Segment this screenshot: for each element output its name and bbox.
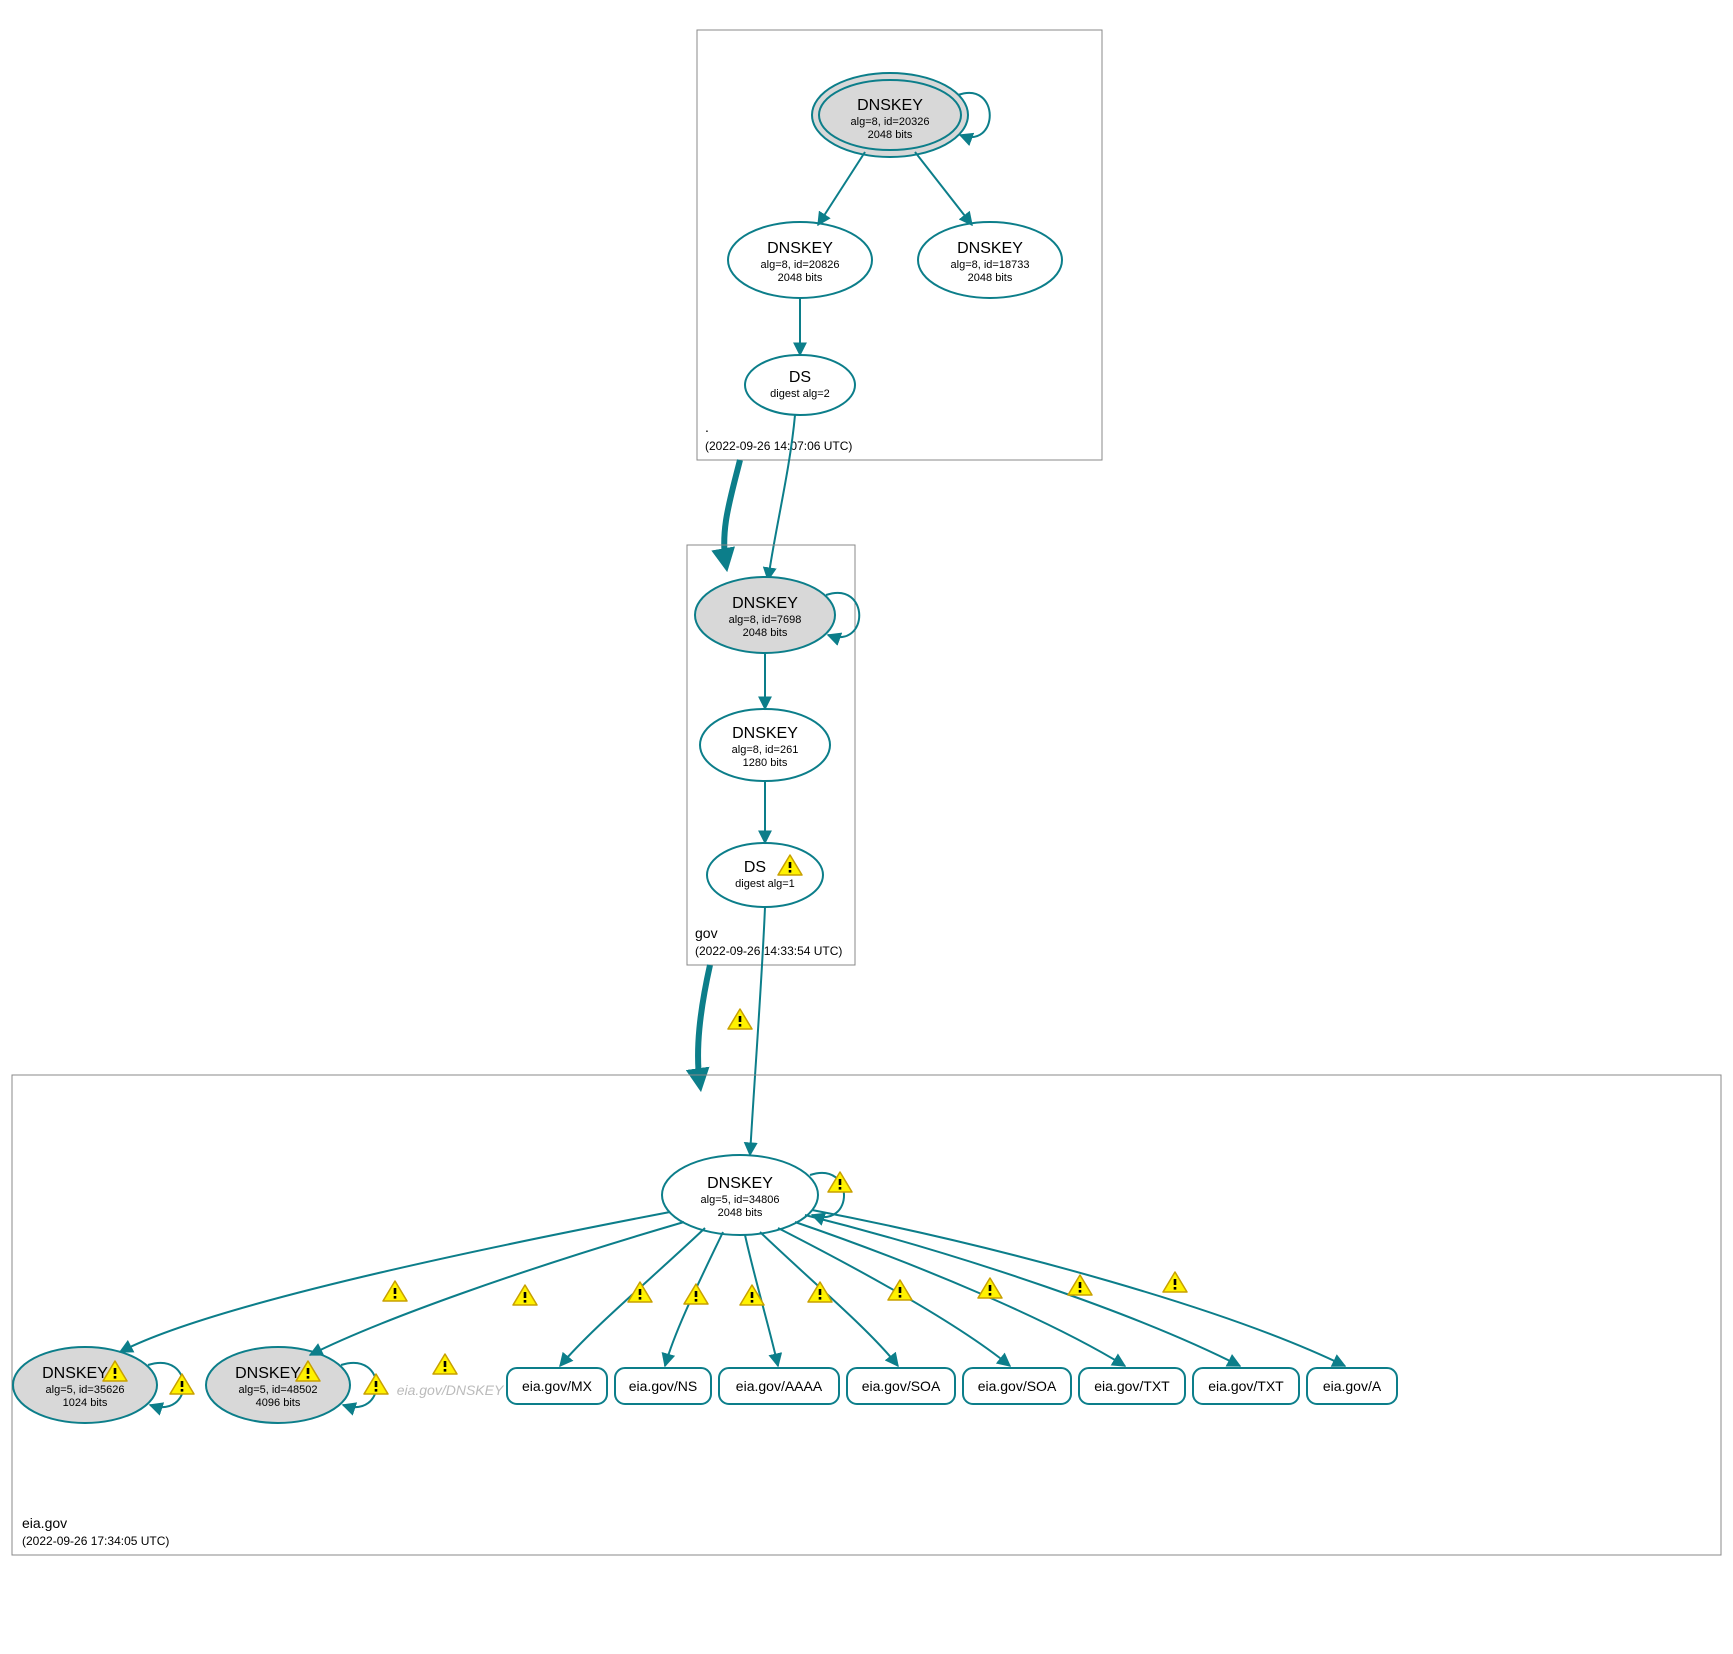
zone-gov-time: (2022-09-26 14:33:54 UTC) [695, 944, 842, 958]
svg-text:DNSKEY: DNSKEY [957, 240, 1023, 257]
svg-text:alg=5, id=35626: alg=5, id=35626 [46, 1384, 125, 1396]
warning-icon [628, 1282, 652, 1302]
svg-text:alg=8, id=18733: alg=8, id=18733 [951, 259, 1030, 271]
warning-icon [170, 1374, 194, 1394]
svg-text:eia.gov/AAAA: eia.gov/AAAA [736, 1378, 823, 1394]
svg-text:alg=5, id=34806: alg=5, id=34806 [701, 1194, 780, 1206]
svg-text:DS: DS [789, 369, 811, 386]
zone-gov: gov (2022-09-26 14:33:54 UTC) DNSKEY alg… [687, 545, 859, 965]
svg-text:eia.gov/SOA: eia.gov/SOA [862, 1378, 941, 1394]
node-root-ds: DS digest alg=2 [745, 355, 855, 415]
node-eiagov-zsk: DNSKEY alg=5, id=34806 2048 bits [662, 1155, 818, 1235]
svg-text:eia.gov/A: eia.gov/A [1323, 1378, 1382, 1394]
node-eiagov-ksk1: DNSKEY alg=5, id=35626 1024 bits [13, 1347, 157, 1423]
rrset-aaaa: eia.gov/AAAA [719, 1368, 839, 1404]
svg-text:DNSKEY: DNSKEY [767, 240, 833, 257]
svg-text:eia.gov/SOA: eia.gov/SOA [978, 1378, 1057, 1394]
svg-text:eia.gov/NS: eia.gov/NS [629, 1378, 697, 1394]
warning-icon [808, 1282, 832, 1302]
svg-text:alg=5, id=48502: alg=5, id=48502 [239, 1384, 318, 1396]
svg-text:alg=8, id=20326: alg=8, id=20326 [851, 116, 930, 128]
warning-icon [433, 1354, 457, 1374]
svg-text:alg=8, id=7698: alg=8, id=7698 [729, 614, 802, 626]
node-root-zsk1: DNSKEY alg=8, id=20826 2048 bits [728, 222, 872, 298]
warning-icon [364, 1374, 388, 1394]
svg-text:digest alg=2: digest alg=2 [770, 388, 830, 400]
warning-icon [728, 1009, 752, 1029]
svg-text:digest alg=1: digest alg=1 [735, 878, 795, 890]
rrset-soa1: eia.gov/SOA [847, 1368, 955, 1404]
node-eiagov-ksk2: DNSKEY alg=5, id=48502 4096 bits [206, 1347, 350, 1423]
svg-text:DS: DS [744, 859, 766, 876]
node-eiagov-ghost: eia.gov/DNSKEY [397, 1382, 505, 1398]
svg-text:2048 bits: 2048 bits [778, 272, 823, 284]
rrset-a: eia.gov/A [1307, 1368, 1397, 1404]
node-root-zsk2: DNSKEY alg=8, id=18733 2048 bits [918, 222, 1062, 298]
rrset-txt1: eia.gov/TXT [1079, 1368, 1185, 1404]
svg-text:alg=8, id=20826: alg=8, id=20826 [761, 259, 840, 271]
dnssec-diagram: . (2022-09-26 14:07:06 UTC) DNSKEY alg=8… [0, 0, 1733, 1654]
warning-icon [1068, 1275, 1092, 1295]
zone-gov-name: gov [695, 925, 718, 941]
rrset-soa2: eia.gov/SOA [963, 1368, 1071, 1404]
warning-icon [513, 1285, 537, 1305]
zone-eiagov-name: eia.gov [22, 1515, 67, 1531]
svg-text:2048 bits: 2048 bits [718, 1207, 763, 1219]
svg-text:1280 bits: 1280 bits [743, 757, 788, 769]
zone-root-time: (2022-09-26 14:07:06 UTC) [705, 439, 852, 453]
rrset-txt2: eia.gov/TXT [1193, 1368, 1299, 1404]
svg-text:DNSKEY: DNSKEY [235, 1365, 301, 1382]
zone-eiagov-time: (2022-09-26 17:34:05 UTC) [22, 1534, 169, 1548]
node-root-ksk: DNSKEY alg=8, id=20326 2048 bits [812, 73, 968, 157]
svg-text:eia.gov/TXT: eia.gov/TXT [1208, 1378, 1284, 1394]
svg-text:DNSKEY: DNSKEY [732, 725, 798, 742]
svg-text:alg=8, id=261: alg=8, id=261 [732, 744, 799, 756]
svg-text:eia.gov/MX: eia.gov/MX [522, 1378, 593, 1394]
rrset-mx: eia.gov/MX [507, 1368, 607, 1404]
svg-text:2048 bits: 2048 bits [743, 627, 788, 639]
node-gov-ksk: DNSKEY alg=8, id=7698 2048 bits [695, 577, 835, 653]
warning-icon [1163, 1272, 1187, 1292]
node-gov-zsk: DNSKEY alg=8, id=261 1280 bits [700, 709, 830, 781]
svg-text:4096 bits: 4096 bits [256, 1397, 301, 1409]
warning-icon [383, 1281, 407, 1301]
rrset-ns: eia.gov/NS [615, 1368, 711, 1404]
zone-eiagov: eia.gov (2022-09-26 17:34:05 UTC) DNSKEY… [12, 1075, 1721, 1555]
svg-text:DNSKEY: DNSKEY [707, 1175, 773, 1192]
svg-text:2048 bits: 2048 bits [968, 272, 1013, 284]
warning-icon [978, 1278, 1002, 1298]
svg-text:DNSKEY: DNSKEY [42, 1365, 108, 1382]
svg-text:DNSKEY: DNSKEY [732, 595, 798, 612]
zone-root: . (2022-09-26 14:07:06 UTC) DNSKEY alg=8… [697, 30, 1102, 460]
svg-text:DNSKEY: DNSKEY [857, 97, 923, 114]
svg-text:1024 bits: 1024 bits [63, 1397, 108, 1409]
warning-icon [684, 1284, 708, 1304]
node-gov-ds: DS digest alg=1 [707, 843, 823, 907]
svg-text:eia.gov/TXT: eia.gov/TXT [1094, 1378, 1170, 1394]
svg-text:2048 bits: 2048 bits [868, 129, 913, 141]
zone-root-name: . [705, 419, 709, 435]
